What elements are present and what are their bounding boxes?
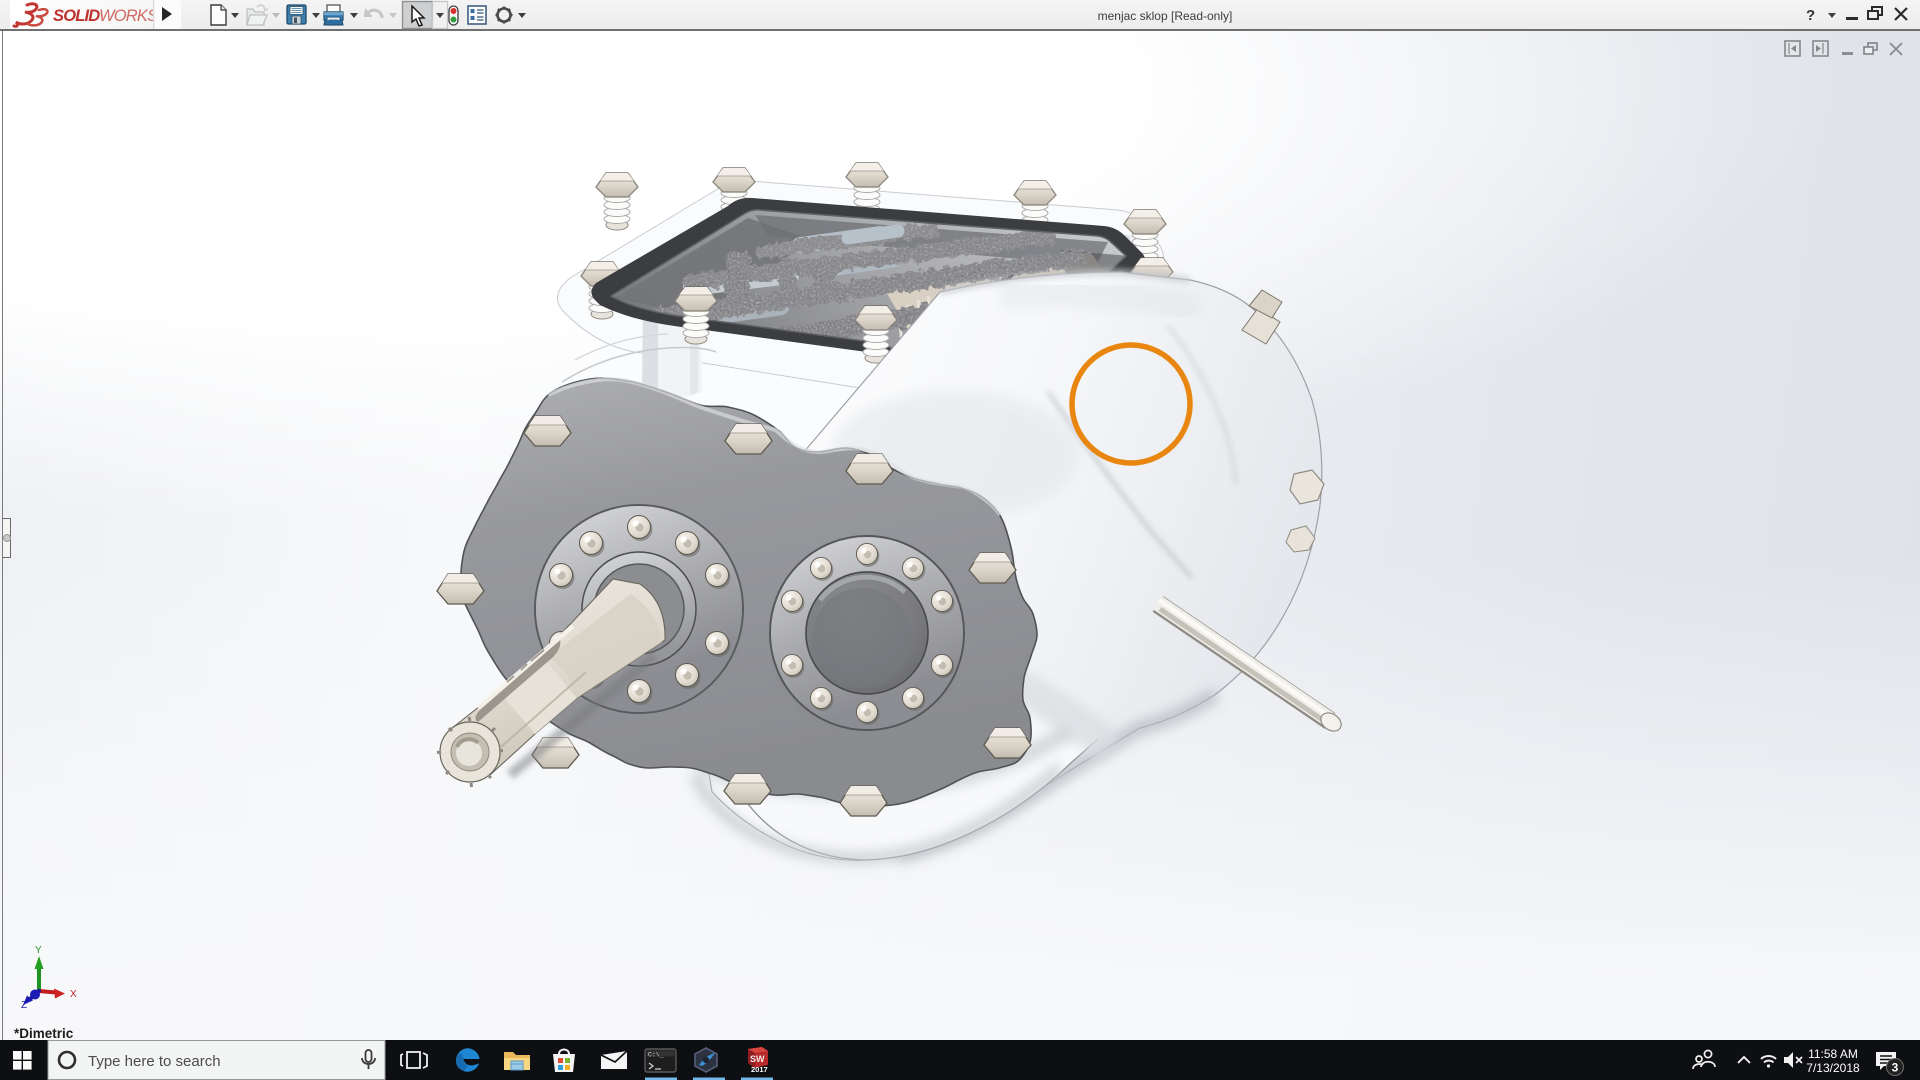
svg-text:C:\_: C:\_ [648, 1052, 664, 1059]
svg-text:X: X [70, 989, 77, 1000]
svg-text:Y: Y [35, 945, 42, 956]
svg-text:2017: 2017 [751, 1065, 768, 1074]
svg-text:SW: SW [750, 1054, 765, 1064]
svg-text:3: 3 [1892, 1061, 1899, 1075]
svg-text:11:58 AM: 11:58 AM [1808, 1047, 1858, 1061]
svg-text:Z: Z [21, 1000, 27, 1011]
svg-text:Type here to search: Type here to search [88, 1053, 221, 1070]
svg-text:7/13/2018: 7/13/2018 [1806, 1061, 1860, 1075]
